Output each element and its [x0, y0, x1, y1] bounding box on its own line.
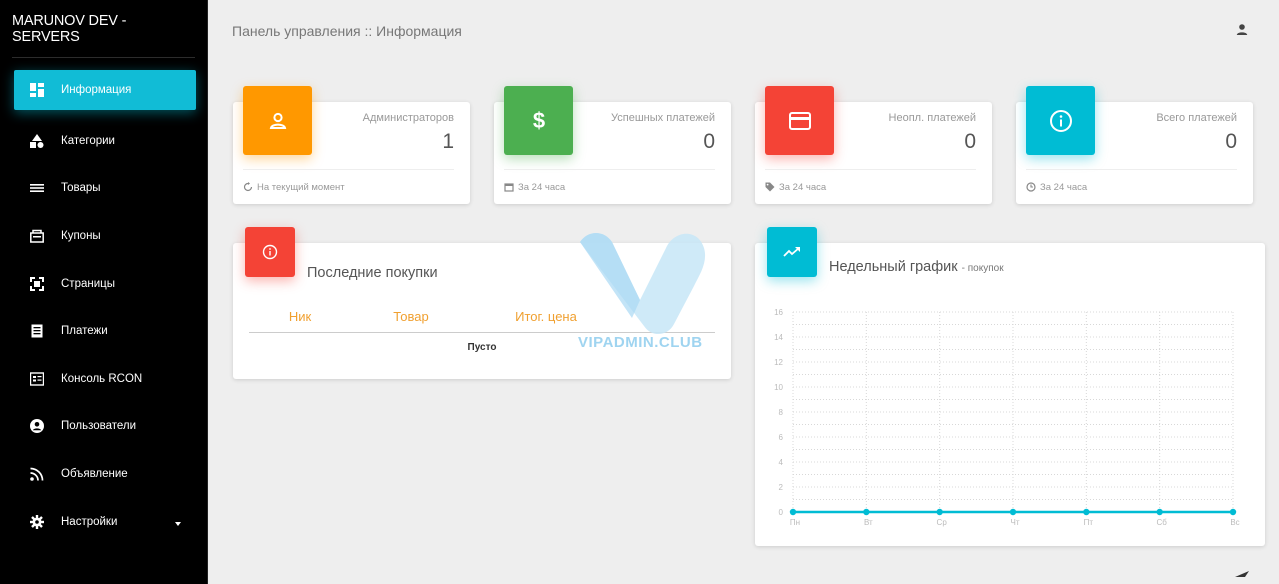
weekly-chart: 0 2 4 6 8 10 12 14 16 Пн Вт Ср Чт Пт Сб Вс [774, 308, 1240, 527]
sidebar-item-label: Купоны [61, 229, 101, 242]
stat-value: 0 [703, 130, 715, 153]
x-tick-label: Пн [790, 518, 800, 527]
stat-value: 0 [964, 130, 976, 153]
stat-label: Всего платежей [1156, 112, 1237, 124]
column-header[interactable]: Товар [351, 302, 471, 333]
y-tick-label: 10 [774, 383, 783, 392]
sidebar-item-announcement[interactable]: Объявление [0, 450, 207, 498]
stat-footer-text: За 24 часа [518, 181, 566, 193]
sidebar-item-label: Пользователи [61, 420, 137, 433]
y-tick-label: 4 [779, 458, 784, 467]
stat-footer: За 24 часа [504, 169, 715, 204]
y-tick-label: 0 [779, 508, 784, 517]
y-tick-label: 2 [779, 483, 784, 492]
sidebar-item-label: Страницы [61, 277, 115, 290]
card-icon [765, 86, 834, 155]
data-point [1229, 508, 1237, 516]
stat-label: Администраторов [362, 112, 454, 124]
sidebar-item-coupons[interactable]: Купоны [0, 212, 207, 260]
stat-card-total-payments: Всего платежей 0 За 24 часа [1016, 86, 1253, 204]
stat-footer-text: На текущий момент [257, 181, 345, 193]
info-icon [1026, 86, 1095, 155]
arrow-icon [1235, 564, 1249, 582]
sidebar-item-label: Объявление [61, 467, 128, 480]
dashboard-icon [30, 83, 44, 97]
sidebar-item-label: Категории [61, 134, 115, 147]
refresh-icon [243, 182, 253, 192]
tag-icon [765, 182, 775, 192]
svg-text:$: $ [532, 109, 544, 133]
brand-title[interactable]: MARUNOV DEV - SERVERS [12, 0, 195, 58]
coupon-icon [30, 229, 44, 243]
stat-footer-text: За 24 часа [1040, 181, 1088, 193]
stat-value: 1 [442, 130, 454, 153]
data-point [1009, 508, 1017, 516]
y-tick-label: 8 [779, 408, 784, 417]
breadcrumb: Панель управления :: Информация [232, 23, 462, 39]
shapes-icon [30, 133, 44, 148]
sidebar-item-label: Платежи [61, 325, 108, 338]
stat-footer: За 24 часа [1026, 169, 1237, 204]
chevron-down-icon [175, 521, 181, 526]
y-tick-label: 12 [774, 358, 783, 367]
sidebar-item-rcon[interactable]: Консоль RCON [0, 355, 207, 403]
stat-label: Успешных платежей [611, 112, 715, 124]
watermark-text: VIPADMIN.CLUB [578, 334, 703, 351]
y-tick-label: 14 [774, 333, 783, 342]
data-point [936, 508, 943, 516]
y-tick-label: 16 [774, 308, 783, 317]
panel-title: Последние покупки [307, 265, 438, 281]
sidebar-item-label: Настройки [61, 515, 118, 528]
calendar-icon [504, 183, 514, 192]
sidebar-item-label: Товары [61, 182, 101, 195]
stat-footer-text: За 24 часа [779, 181, 827, 193]
x-tick-label: Вт [864, 518, 873, 527]
data-point [1156, 508, 1163, 516]
stat-footer: На текущий момент [243, 169, 454, 204]
person-icon [243, 86, 312, 155]
user-icon[interactable] [1235, 23, 1249, 37]
stat-card-success-payments: $ Успешных платежей 0 За 24 часа [494, 86, 731, 204]
stat-card-admins: Администраторов 1 На текущий момент [233, 86, 470, 204]
x-tick-label: Чт [1011, 518, 1020, 527]
data-point [789, 508, 797, 516]
topbar: Панель управления :: Информация [209, 0, 1279, 60]
sidebar-item-products[interactable]: Товары [0, 165, 207, 213]
sidebar-item-label: Информация [61, 84, 132, 96]
data-point [1083, 508, 1090, 516]
column-header[interactable]: Ник [249, 302, 351, 333]
sidebar-item-users[interactable]: Пользователи [0, 403, 207, 451]
rss-icon [30, 467, 44, 481]
sidebar-item-categories[interactable]: Категории [0, 117, 207, 165]
data-point [863, 508, 870, 516]
console-icon [30, 372, 44, 386]
list-icon [30, 181, 44, 195]
sidebar: MARUNOV DEV - SERVERS Информация Категор… [0, 0, 208, 584]
sidebar-item-settings[interactable]: Настройки [0, 498, 207, 546]
pages-icon [30, 276, 44, 291]
y-tick-label: 6 [779, 433, 784, 442]
sidebar-item-label: Консоль RCON [61, 372, 143, 385]
receipt-icon [30, 324, 44, 338]
sidebar-item-info[interactable]: Информация [14, 70, 196, 110]
x-tick-label: Ср [937, 518, 948, 527]
weekly-chart-card: Недельный график - покупок 0 2 4 6 8 10 12 14 16… [755, 227, 1265, 546]
account-icon [30, 419, 44, 434]
sidebar-nav: Информация Категории Товары Купоны Стран… [0, 70, 207, 545]
x-tick-label: Вс [1230, 518, 1239, 527]
sidebar-item-payments[interactable]: Платежи [0, 307, 207, 355]
stat-card-unpaid-payments: Неопл. платежей 0 За 24 часа [755, 86, 992, 204]
x-tick-label: Пт [1084, 518, 1094, 527]
stat-label: Неопл. платежей [888, 112, 976, 124]
dollar-icon: $ [504, 86, 573, 155]
clock-icon [1026, 182, 1036, 192]
stat-footer: За 24 часа [765, 169, 976, 204]
gear-icon [30, 514, 44, 529]
stat-value: 0 [1225, 130, 1237, 153]
x-tick-label: Сб [1156, 518, 1167, 527]
sidebar-item-pages[interactable]: Страницы [0, 260, 207, 308]
info-icon [245, 227, 295, 277]
